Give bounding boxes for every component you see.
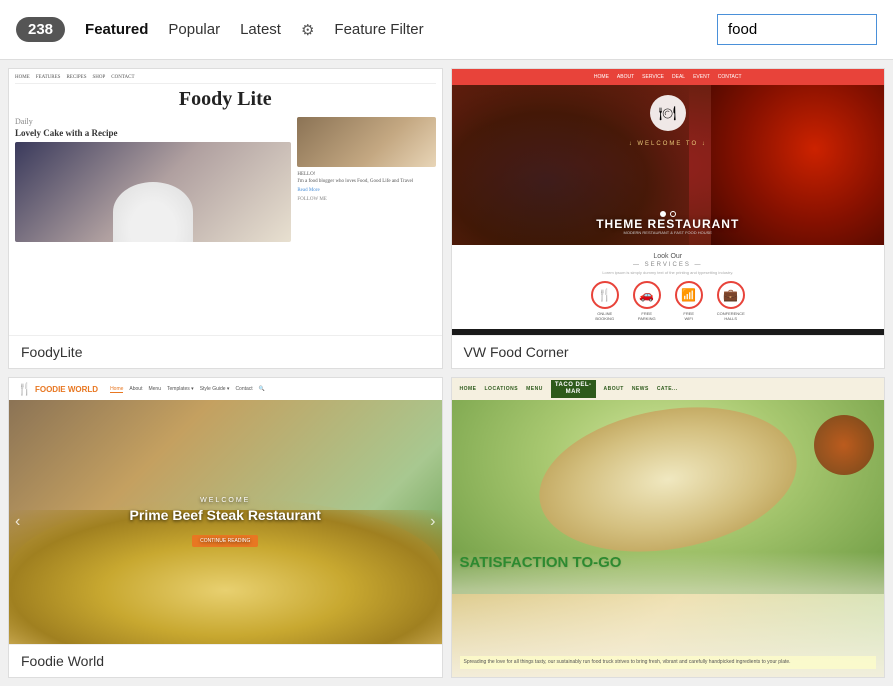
- fw-logo-text: FOODIE WORLD: [35, 385, 98, 394]
- vw-nav: HOME ABOUT SERVICE DEAL EVENT CONTACT: [452, 69, 885, 85]
- theme-card-taco-del-mar[interactable]: HOME LOCATIONS MENU TACO DEL-MAR ABOUT N…: [451, 377, 886, 678]
- taco-hero: SATISFACTION TO-GO Spreading the love fo…: [452, 400, 885, 677]
- fw-nav: Home About Menu Templates ▾ Style Guide …: [110, 386, 265, 393]
- fw-arrow-left-icon[interactable]: ‹: [15, 513, 20, 531]
- theme-count-badge: 238: [16, 17, 65, 42]
- fw-nav-search: 🔍: [259, 386, 265, 393]
- vw-sub-headline: MODERN RESTAURANT & FAST FOOD HOUSE: [624, 230, 712, 235]
- taco-nav-home: HOME: [460, 386, 477, 392]
- vw-service-wifi: 📶 FREEWIFI: [675, 281, 703, 321]
- fw-nav-about: About: [129, 386, 142, 393]
- vw-wifi-label: FREEWIFI: [683, 311, 694, 321]
- fl-read-more[interactable]: Read More: [297, 188, 435, 193]
- fw-logo-icon: 🍴: [17, 382, 32, 396]
- vw-services-desc: Lorem ipsum is simply dummy text of the …: [460, 270, 877, 275]
- fw-nav-contact: Contact: [235, 386, 252, 393]
- fw-hero: WELCOME Prime Beef Steak Restaurant CONT…: [9, 400, 442, 644]
- fw-cta-button[interactable]: CONTINUE READING: [192, 535, 258, 547]
- nav-latest[interactable]: Latest: [240, 17, 281, 42]
- taco-nav-cate: CATE...: [657, 386, 678, 392]
- vw-service-conference: 💼 CONFERENCEHALLS: [717, 281, 745, 321]
- vw-parking-icon: 🚗: [633, 281, 661, 309]
- fl-nav: HOMEFEATURESRECIPESSHOPCONTACT: [15, 75, 436, 84]
- theme-grid: HOMEFEATURESRECIPESSHOPCONTACT Foody Lit…: [0, 60, 893, 686]
- fw-nav-templates: Templates ▾: [167, 386, 194, 393]
- vw-welcome-text: ↓ WELCOME TO ↓: [629, 141, 707, 147]
- search-input[interactable]: [717, 14, 877, 45]
- fl-sidebar: HELLO!I'm a food blogger who loves Food,…: [297, 117, 435, 242]
- fl-food-image: [15, 142, 291, 242]
- vw-service-parking: 🚗 FREEPARKING: [633, 281, 661, 321]
- theme-preview-vw: HOME ABOUT SERVICE DEAL EVENT CONTACT 🍽: [452, 69, 885, 335]
- vw-services: Look Our — SERVICES — Lorem ipsum is sim…: [452, 245, 885, 329]
- vw-parking-label: FREEPARKING: [638, 311, 656, 321]
- topbar: 238 Featured Popular Latest ⚙ Feature Fi…: [0, 0, 893, 60]
- theme-card-foodie-world[interactable]: 🍴 FOODIE WORLD Home About Menu Templates…: [8, 377, 443, 678]
- nav-featured[interactable]: Featured: [85, 17, 148, 42]
- taco-nav-menu: MENU: [526, 386, 543, 392]
- taco-tomato: [814, 415, 874, 475]
- fl-follow: FOLLOW ME: [297, 197, 435, 202]
- theme-title-foodie-world: Foodie World: [9, 644, 442, 677]
- taco-nav-news: NEWS: [632, 386, 649, 392]
- vw-pagination: [660, 211, 676, 217]
- feature-filter-button[interactable]: Feature Filter: [334, 17, 423, 42]
- fw-header: 🍴 FOODIE WORLD Home About Menu Templates…: [9, 378, 442, 400]
- fw-welcome-label: WELCOME: [130, 497, 321, 504]
- vw-services-label: — SERVICES —: [460, 262, 877, 268]
- gear-icon: ⚙: [301, 21, 314, 39]
- vw-wifi-icon: 📶: [675, 281, 703, 309]
- fl-subtitle: Daily: [15, 117, 291, 126]
- taco-subtext: Spreading the love for all things tasty,…: [460, 656, 877, 669]
- taco-brand: TACO DEL-MAR: [551, 380, 596, 398]
- taco-header: HOME LOCATIONS MENU TACO DEL-MAR ABOUT N…: [452, 378, 885, 400]
- theme-card-vw-food-corner[interactable]: HOME ABOUT SERVICE DEAL EVENT CONTACT 🍽: [451, 68, 886, 369]
- taco-nav-about: ABOUT: [604, 386, 624, 392]
- vw-headline: THEME RESTAURANT: [596, 217, 739, 231]
- theme-title-foody-lite: FoodyLite: [9, 335, 442, 368]
- vw-hero: 🍽 ↓ WELCOME TO ↓ THEME RESTAURANT MODERN…: [452, 85, 885, 245]
- fl-sidebar-text: HELLO!I'm a food blogger who loves Food,…: [297, 171, 435, 185]
- taco-nav-locations: LOCATIONS: [485, 386, 519, 392]
- vw-icons-row: 🍴 ONLINEBOOKING 🚗 FREEPARKING 📶 FREEWIFI: [460, 281, 877, 321]
- fw-hero-text: WELCOME Prime Beef Steak Restaurant CONT…: [130, 497, 321, 547]
- fw-main-title: Prime Beef Steak Restaurant: [130, 507, 321, 523]
- fw-logo: 🍴 FOODIE WORLD: [17, 382, 98, 396]
- fw-nav-style: Style Guide ▾: [200, 386, 230, 393]
- fl-title: Foody Lite: [15, 88, 436, 111]
- vw-conference-label: CONFERENCEHALLS: [717, 311, 745, 321]
- nav-popular[interactable]: Popular: [168, 17, 220, 42]
- fl-post-title: Lovely Cake with a Recipe: [15, 128, 291, 138]
- vw-logo: 🍽: [650, 95, 686, 131]
- fw-nav-menu: Menu: [148, 386, 161, 393]
- taco-headline: SATISFACTION TO-GO: [460, 555, 622, 572]
- vw-conference-icon: 💼: [717, 281, 745, 309]
- theme-preview-foody-lite: HOMEFEATURESRECIPESSHOPCONTACT Foody Lit…: [9, 69, 442, 335]
- theme-preview-foodie-world: 🍴 FOODIE WORLD Home About Menu Templates…: [9, 378, 442, 644]
- theme-title-vw: VW Food Corner: [452, 335, 885, 368]
- fl-sidebar-image: [297, 117, 435, 167]
- vw-service-booking: 🍴 ONLINEBOOKING: [591, 281, 619, 321]
- theme-preview-taco: HOME LOCATIONS MENU TACO DEL-MAR ABOUT N…: [452, 378, 885, 677]
- vw-look-our: Look Our: [460, 253, 877, 260]
- vw-booking-label: ONLINEBOOKING: [595, 311, 614, 321]
- fw-nav-home: Home: [110, 386, 123, 393]
- vw-booking-icon: 🍴: [591, 281, 619, 309]
- fw-arrow-right-icon[interactable]: ›: [430, 513, 435, 531]
- theme-card-foody-lite[interactable]: HOMEFEATURESRECIPESSHOPCONTACT Foody Lit…: [8, 68, 443, 369]
